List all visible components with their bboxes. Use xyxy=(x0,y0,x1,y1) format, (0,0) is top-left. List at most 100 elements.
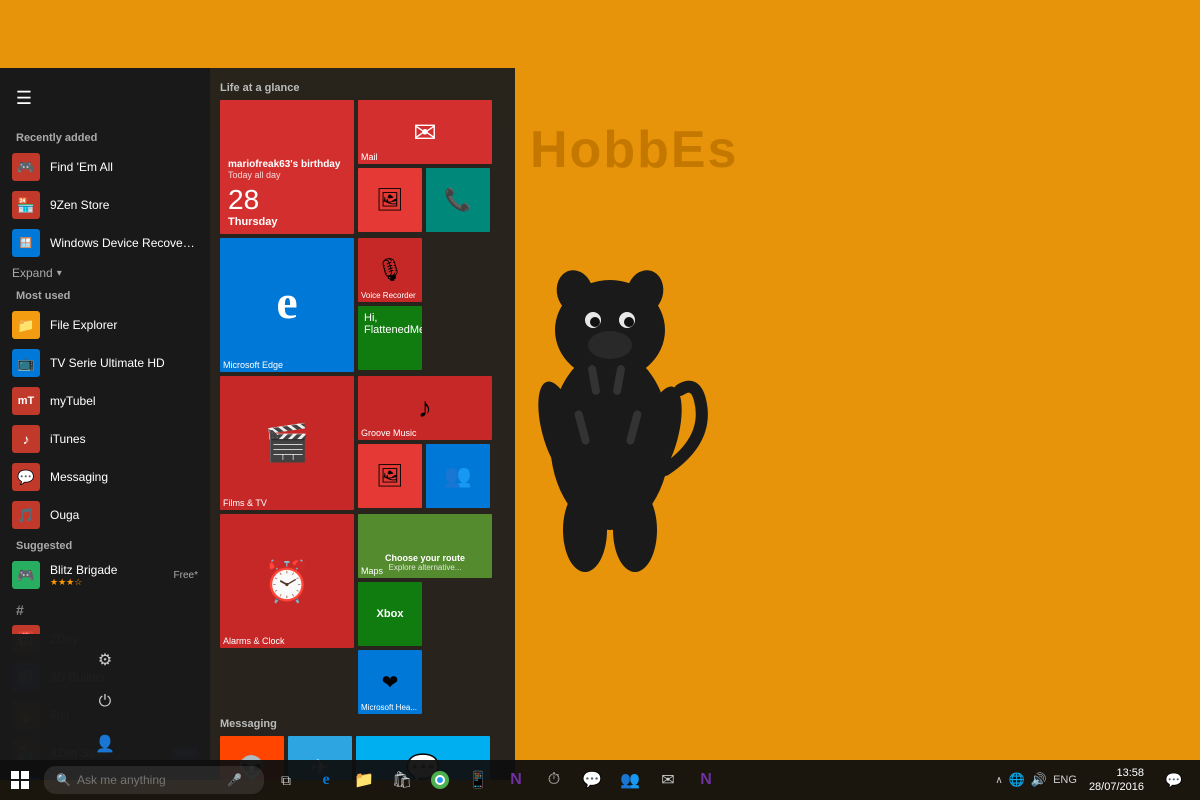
tile-mail[interactable]: ✉ Mail xyxy=(358,100,492,164)
people-icon: 👥 xyxy=(444,463,471,489)
app-name-9zen-recent: 9Zen Store xyxy=(50,198,198,212)
tile-xbox-msg[interactable]: Hi, FlattenedMender xyxy=(358,306,422,370)
taskbar-whatsapp[interactable]: 📱 xyxy=(460,760,496,800)
tile-maps-label: Maps xyxy=(358,564,492,578)
ms-health-icon: ❤ xyxy=(382,670,399,695)
app-tv-serie[interactable]: 📺 TV Serie Ultimate HD xyxy=(0,344,210,382)
expand-button[interactable]: Expand ▾ xyxy=(0,262,210,284)
network-icon[interactable]: 🌐 xyxy=(1009,772,1025,788)
phone-icon: 📞 xyxy=(444,187,471,213)
power-icon[interactable]: ⏻ xyxy=(0,682,210,722)
app-name-blitz-brigade: Blitz Brigade xyxy=(50,563,170,577)
start-menu-left: ☰ Recently added 🎮 Find 'Em All 🏪 9Zen S… xyxy=(0,68,210,780)
tile-groove[interactable]: ♪ Groove Music xyxy=(358,376,492,440)
tile-xbox[interactable]: Xbox xyxy=(358,582,422,646)
taskbar-chrome[interactable] xyxy=(422,760,458,800)
action-center-icon[interactable]: 💬 xyxy=(1156,760,1192,800)
app-mytubel[interactable]: mT myTubel xyxy=(0,382,210,420)
app-ouga[interactable]: 🎵 Ouga xyxy=(0,496,210,534)
taskbar-feedback-icon: 💬 xyxy=(582,770,602,790)
action-center-bubble: 💬 xyxy=(1165,772,1182,789)
alpha-hash: # xyxy=(0,594,210,620)
voice-recorder-icon: 🎙 xyxy=(376,257,404,283)
taskbar-people-icon: 👥 xyxy=(620,770,640,790)
app-itunes[interactable]: ♪ iTunes xyxy=(0,420,210,458)
taskbar-mail[interactable]: ✉ xyxy=(650,760,686,800)
sys-tray-icons: ∧ 🌐 🔊 ENG xyxy=(995,772,1077,788)
user-icon[interactable]: 👤 xyxy=(0,724,210,764)
taskbar-whatsapp-icon: 📱 xyxy=(468,770,488,790)
taskbar-right: ∧ 🌐 🔊 ENG 13:58 28/07/2016 💬 xyxy=(995,760,1200,800)
tile-photos-sm[interactable]: 🖼 xyxy=(358,444,422,508)
maps-title: Choose your route xyxy=(385,553,465,563)
blitz-stars: ★★★☆ xyxy=(50,577,170,588)
app-name-messaging: Messaging xyxy=(50,470,198,484)
tile-alarms[interactable]: ⏰ Alarms & Clock xyxy=(220,514,354,648)
tile-voice-recorder[interactable]: 🎙 Voice Recorder xyxy=(358,238,422,302)
tile-maps[interactable]: Choose your route Explore alternative...… xyxy=(358,514,492,578)
hobbes-figure xyxy=(500,220,720,570)
app-windows-recovery[interactable]: 🪟 Windows Device Recovery Tool xyxy=(0,224,210,262)
app-name-mytubel: myTubel xyxy=(50,394,198,408)
taskbar-search-bar[interactable]: 🔍 🎤 xyxy=(44,766,264,794)
app-name-find-em-all: Find 'Em All xyxy=(50,160,198,174)
xbox-label: Xbox xyxy=(375,606,406,622)
edge-icon: e xyxy=(276,275,297,330)
app-name-ouga: Ouga xyxy=(50,508,198,522)
photos-sm-icon: 🖼 xyxy=(376,463,404,489)
recently-added-label: Recently added xyxy=(0,126,210,148)
tile-photos[interactable]: 🖼 xyxy=(358,168,422,232)
start-menu-tiles: Life at a glance mariofreak63's birthday… xyxy=(210,68,515,780)
tile-alarms-label: Alarms & Clock xyxy=(220,634,354,648)
taskbar-onenote[interactable]: N xyxy=(498,760,534,800)
app-name-itunes: iTunes xyxy=(50,432,198,446)
tile-films-tv[interactable]: 🎬 Films & TV xyxy=(220,376,354,510)
tile-ms-health[interactable]: ❤ Microsoft Hea... xyxy=(358,650,422,714)
photos-icon: 🖼 xyxy=(376,187,404,213)
mail-icon: ✉ xyxy=(413,116,436,149)
tile-calendar[interactable]: mariofreak63's birthday Today all day 28… xyxy=(220,100,354,234)
app-9zen-store-recent[interactable]: 🏪 9Zen Store xyxy=(0,186,210,224)
taskbar-store-icon: 🛍 xyxy=(392,770,412,790)
calendar-event: mariofreak63's birthday xyxy=(228,159,340,170)
task-view-icon: ⧉ xyxy=(281,772,291,789)
taskbar-task-view[interactable]: ⧉ xyxy=(268,760,304,800)
app-icon-blitz-brigade: 🎮 xyxy=(12,561,40,589)
app-icon-mytubel: mT xyxy=(12,387,40,415)
app-find-em-all[interactable]: 🎮 Find 'Em All xyxy=(0,148,210,186)
mic-icon: 🎤 xyxy=(227,773,242,787)
app-name-tv-serie: TV Serie Ultimate HD xyxy=(50,356,198,370)
most-used-label: Most used xyxy=(0,284,210,306)
app-icon-find-em-all: 🎮 xyxy=(12,153,40,181)
tile-people[interactable]: 👥 xyxy=(426,444,490,508)
expand-label: Expand xyxy=(12,266,53,280)
chevron-icon[interactable]: ∧ xyxy=(995,775,1002,786)
taskbar-start-button[interactable] xyxy=(0,760,40,800)
taskbar-store[interactable]: 🛍 xyxy=(384,760,420,800)
app-file-explorer[interactable]: 📁 File Explorer xyxy=(0,306,210,344)
taskbar: 🔍 🎤 ⧉ e 📁 🛍 xyxy=(0,760,1200,800)
time-date-display[interactable]: 13:58 28/07/2016 xyxy=(1081,766,1152,795)
taskbar-people[interactable]: 👥 xyxy=(612,760,648,800)
language-label[interactable]: ENG xyxy=(1053,774,1077,786)
alarms-icon: ⏰ xyxy=(262,558,312,605)
tile-phone[interactable]: 📞 xyxy=(426,168,490,232)
tile-edge[interactable]: e Microsoft Edge xyxy=(220,238,354,372)
search-input[interactable] xyxy=(77,773,227,787)
taskbar-feedback[interactable]: 💬 xyxy=(574,760,610,800)
taskbar-onenote2[interactable]: N xyxy=(688,760,724,800)
volume-icon[interactable]: 🔊 xyxy=(1031,772,1047,788)
hamburger-icon[interactable]: ☰ xyxy=(0,78,40,118)
taskbar-edge-icon: e xyxy=(322,771,329,789)
taskbar-mail-icon: ✉ xyxy=(661,770,674,790)
app-icon-ouga: 🎵 xyxy=(12,501,40,529)
settings-icon[interactable]: ⚙ xyxy=(0,640,210,680)
search-icon: 🔍 xyxy=(56,773,71,787)
tile-mail-label: Mail xyxy=(358,150,492,164)
taskbar-edge[interactable]: e xyxy=(308,760,344,800)
taskbar-clock[interactable]: ⏱ xyxy=(536,760,572,800)
app-messaging[interactable]: 💬 Messaging xyxy=(0,458,210,496)
taskbar-file-explorer[interactable]: 📁 xyxy=(346,760,382,800)
app-blitz-brigade[interactable]: 🎮 Blitz Brigade ★★★☆ Free* xyxy=(0,556,210,594)
taskbar-file-explorer-icon: 📁 xyxy=(354,770,374,790)
